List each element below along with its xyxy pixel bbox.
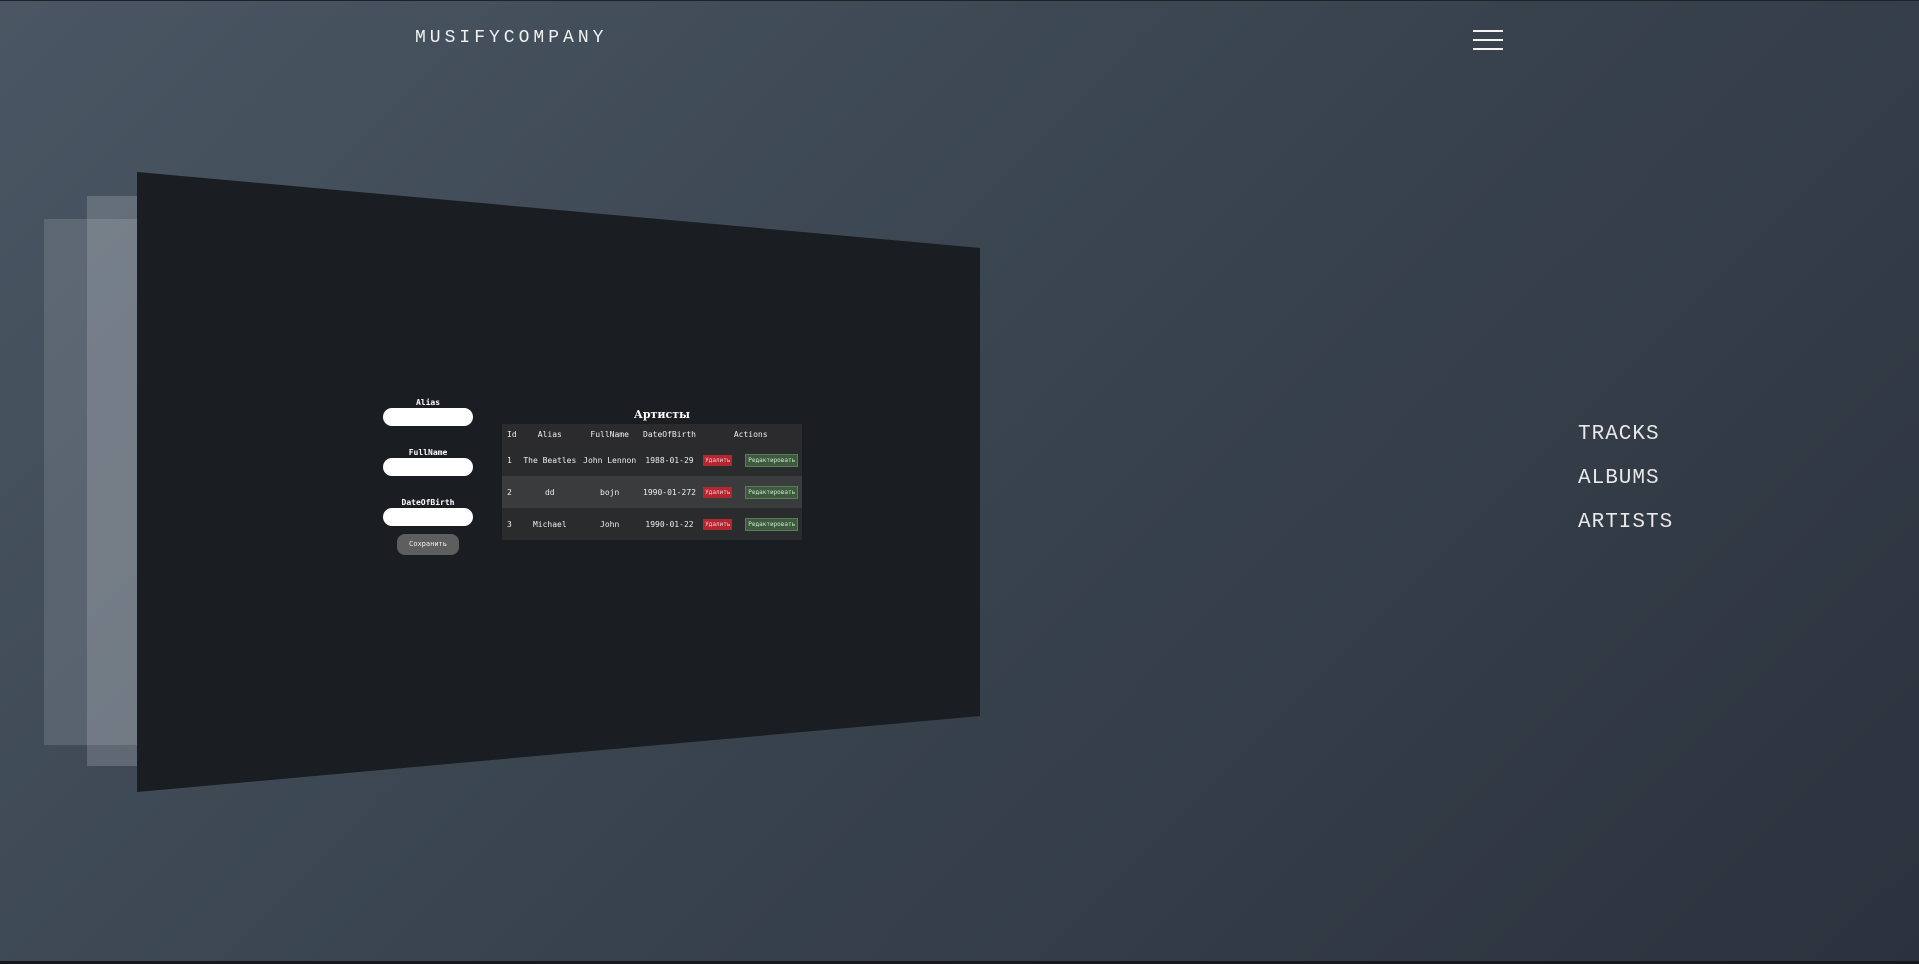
table-row: 1 The Beatles John Lennon 1988-01-29 Уда…	[502, 444, 802, 476]
col-id: Id	[507, 429, 517, 439]
edit-button[interactable]: Редактировать	[745, 453, 799, 467]
menu-bar	[1473, 30, 1503, 32]
cell-fullname: John	[600, 519, 620, 529]
col-actions: Actions	[733, 429, 768, 439]
cell-fullname: bojn	[600, 487, 620, 497]
delete-button[interactable]: Удалить	[703, 454, 733, 466]
edit-button[interactable]: Редактировать	[745, 485, 799, 499]
table-header-row: Id Alias FullName DateOfBirth Actions	[502, 424, 802, 444]
cell-id: 2	[507, 487, 512, 497]
fullname-input[interactable]	[383, 458, 473, 476]
cell-actions: Удалить Редактировать	[699, 476, 802, 508]
table-title: Артисты	[633, 408, 691, 421]
perspective-page-panel: Alias FullName DateOfBirth Сохранить Арт…	[137, 172, 980, 792]
col-alias: Alias	[537, 429, 562, 439]
top-border	[0, 0, 1919, 1]
dob-label: DateOfBirth	[401, 498, 455, 507]
side-nav: TRACKS ALBUMS ARTISTS	[1578, 421, 1673, 536]
cell-id: 3	[507, 519, 512, 529]
cell-dob: 1990-01-22	[645, 519, 694, 529]
menu-bar	[1473, 39, 1503, 41]
nav-item-tracks[interactable]: TRACKS	[1578, 421, 1673, 448]
menu-bar	[1473, 48, 1503, 50]
col-fullname: FullName	[590, 429, 629, 439]
artists-table: Id Alias FullName DateOfBirth Actions 1 …	[502, 424, 802, 540]
alias-label: Alias	[415, 398, 441, 407]
edit-button[interactable]: Редактировать	[745, 517, 799, 531]
cell-actions: Удалить Редактировать	[699, 508, 802, 540]
table-row: 2 dd bojn 1990-01-272 Удалить Редактиров…	[502, 476, 802, 508]
col-dob: DateOfBirth	[643, 429, 696, 439]
cell-alias: dd	[544, 487, 555, 497]
table-row: 3 Michael John 1990-01-22 Удалить Редакт…	[502, 508, 802, 540]
cell-alias: Michael	[532, 519, 567, 529]
artists-table-section: Артисты Id Alias FullName DateOfBirth Ac…	[502, 408, 802, 540]
cell-dob: 1990-01-272	[643, 487, 696, 497]
delete-button[interactable]: Удалить	[703, 486, 733, 498]
logo[interactable]: MUSIFYCOMPANY	[415, 28, 607, 48]
cell-fullname: John Lennon	[583, 455, 637, 465]
delete-button[interactable]: Удалить	[703, 518, 733, 530]
save-button[interactable]: Сохранить	[397, 534, 459, 555]
cell-alias: The Beatles	[523, 455, 577, 465]
nav-item-albums[interactable]: ALBUMS	[1578, 465, 1673, 492]
cell-id: 1	[507, 455, 512, 465]
artists-page-content: Alias FullName DateOfBirth Сохранить Арт…	[383, 398, 943, 578]
alias-input[interactable]	[383, 408, 473, 426]
cell-actions: Удалить Редактировать	[699, 444, 802, 476]
fullname-label: FullName	[408, 448, 448, 457]
cell-dob: 1988-01-29	[645, 455, 694, 465]
nav-item-artists[interactable]: ARTISTS	[1578, 509, 1673, 536]
dob-input[interactable]	[383, 508, 473, 526]
artist-form: Alias FullName DateOfBirth Сохранить	[383, 398, 473, 555]
hamburger-menu-icon[interactable]	[1473, 30, 1505, 54]
